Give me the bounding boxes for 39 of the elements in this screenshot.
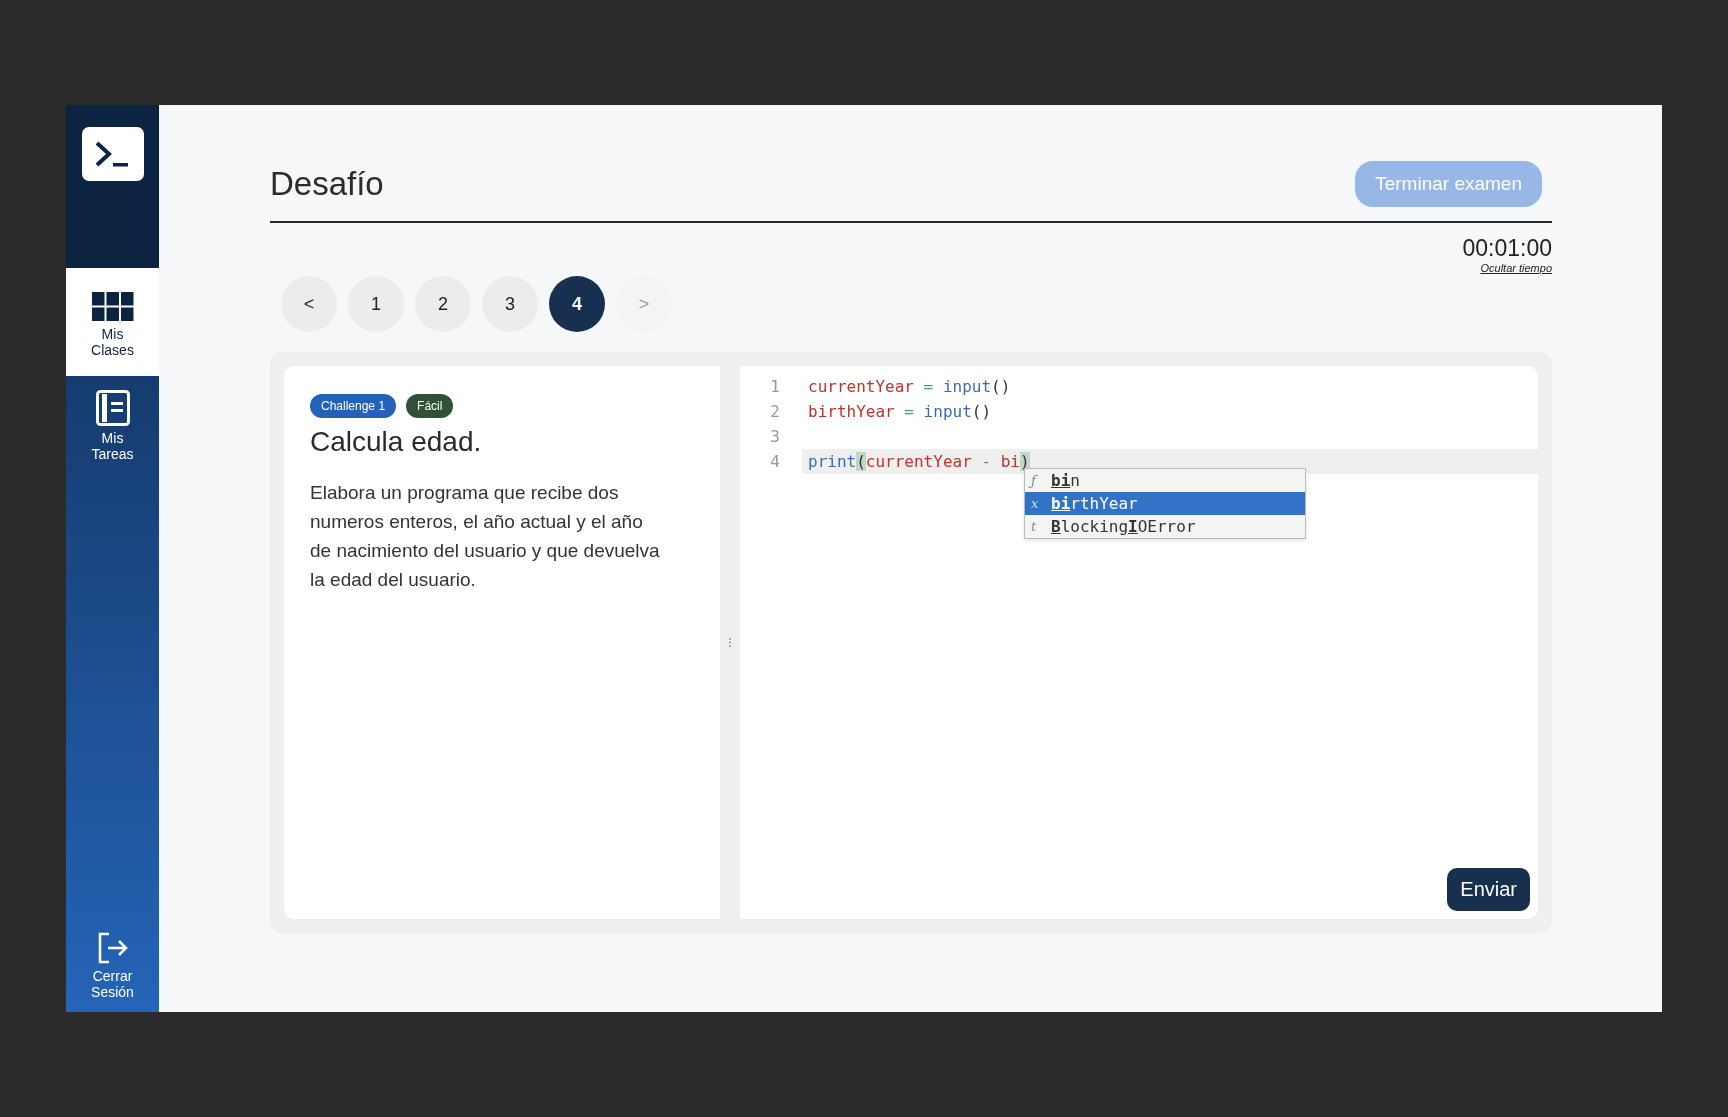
tag: Fácil xyxy=(406,394,454,418)
page-button[interactable]: 4 xyxy=(549,276,605,332)
autocomplete-item[interactable]: ƒ bin xyxy=(1025,469,1305,492)
code-token: input xyxy=(923,402,972,421)
autocomplete-item[interactable]: x birthYear xyxy=(1025,492,1305,515)
code-token: ) xyxy=(1019,452,1030,471)
code-token: = xyxy=(922,377,935,396)
autocomplete-item[interactable]: t BlockingIOError xyxy=(1025,515,1305,538)
grid-icon xyxy=(91,292,134,322)
page-title: Desafío xyxy=(270,165,384,203)
page-button[interactable]: < xyxy=(281,276,337,332)
code-token: ( xyxy=(856,452,866,471)
timer: 00:01:00 xyxy=(1462,235,1552,262)
code-token: input xyxy=(942,377,992,396)
logout-icon xyxy=(96,932,129,964)
code-editor[interactable]: 1 currentYear = input() 2 birthYear = input() 3 4 print(currentYear - bi) ƒ bin x birthYear t BlockingIOError Enviar xyxy=(740,366,1538,919)
page-button[interactable]: 3 xyxy=(482,276,538,332)
tag: Challenge 1 xyxy=(310,394,397,418)
code-token: print xyxy=(808,452,857,471)
challenge-title: Calcula edad. xyxy=(310,426,483,458)
submit-button[interactable]: Enviar xyxy=(1447,868,1530,911)
logout-button[interactable]: Cerrar Sesión xyxy=(66,932,159,1012)
code-token: currentYear xyxy=(865,452,972,471)
code-token: () xyxy=(971,402,992,421)
page-button[interactable]: 2 xyxy=(415,276,471,332)
code-token: = xyxy=(903,402,915,421)
document-icon xyxy=(95,390,130,426)
code-token: birthYear xyxy=(808,402,895,421)
code-token: bi xyxy=(1000,452,1020,471)
code-token: - xyxy=(980,452,993,471)
code-token: currentYear xyxy=(808,377,914,396)
challenge-description: Elabora un programa que recibe dos numeros enteros, el año actual y el año de nacimiento del usuario y que devuelva la edad del usuario. xyxy=(310,481,661,592)
page-button[interactable]: 1 xyxy=(348,276,404,332)
sidebar-item[interactable]: Mis Clases xyxy=(66,268,159,376)
hide-time-link[interactable]: Ocultar tiempo xyxy=(1480,262,1552,274)
resize-handle-icon[interactable] xyxy=(729,638,731,647)
sidebar-item[interactable]: Mis Tareas xyxy=(66,376,159,476)
code-token: () xyxy=(991,377,1011,396)
terminal-logo xyxy=(81,127,144,181)
